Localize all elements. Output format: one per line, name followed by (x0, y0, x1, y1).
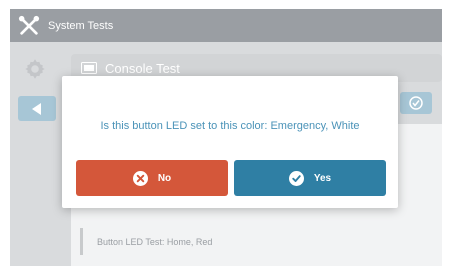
confirm-dialog: Is this button LED set to this color: Em… (62, 76, 398, 208)
monitor-icon (81, 62, 97, 74)
check-circle-icon (409, 96, 423, 110)
yes-button[interactable]: Yes (234, 160, 386, 196)
arrow-left-icon (32, 102, 41, 115)
no-button-label: No (157, 172, 172, 184)
console-test-label: Console Test (105, 60, 180, 76)
tools-icon (18, 15, 40, 35)
back-button[interactable] (18, 96, 56, 121)
dialog-question: Is this button LED set to this color: Em… (100, 120, 360, 132)
confirm-button[interactable] (400, 92, 432, 114)
title-bar: System Tests (10, 9, 442, 42)
yes-button-label: Yes (313, 172, 332, 184)
no-button[interactable]: No (76, 160, 228, 196)
log-entry: Button LED Test: Home, Red (80, 228, 435, 255)
check-circle-icon (288, 170, 304, 186)
gear-icon (25, 59, 45, 79)
x-circle-icon (132, 170, 148, 186)
window-title: System Tests (48, 19, 114, 32)
